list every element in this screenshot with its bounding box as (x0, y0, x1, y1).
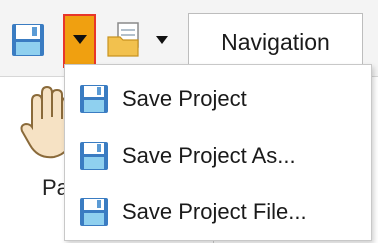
floppy-disk-icon (77, 195, 111, 229)
floppy-disk-icon (77, 82, 111, 116)
floppy-disk-icon (10, 22, 46, 63)
save-dropdown-button[interactable] (63, 14, 96, 68)
open-button[interactable] (105, 21, 145, 64)
menu-item-label: Save Project File... (122, 199, 307, 224)
floppy-disk-icon (77, 139, 111, 173)
open-dropdown-button[interactable] (150, 26, 174, 56)
caret-down-icon (155, 32, 169, 50)
caret-down-icon (72, 32, 88, 50)
menu-item-save-project-as[interactable]: Save Project As... (77, 135, 296, 177)
menu-item-save-project[interactable]: Save Project (77, 78, 247, 120)
menu-item-label: Save Project As... (122, 143, 296, 168)
menu-item-label: Save Project (122, 86, 247, 111)
save-button[interactable] (8, 22, 48, 62)
save-dropdown-menu: Save Project Save Project As... Save Pro… (64, 64, 372, 241)
folder-document-icon (106, 21, 144, 64)
tab-navigation[interactable]: Navigation (188, 13, 363, 71)
menu-item-save-project-file[interactable]: Save Project File... (77, 191, 307, 233)
